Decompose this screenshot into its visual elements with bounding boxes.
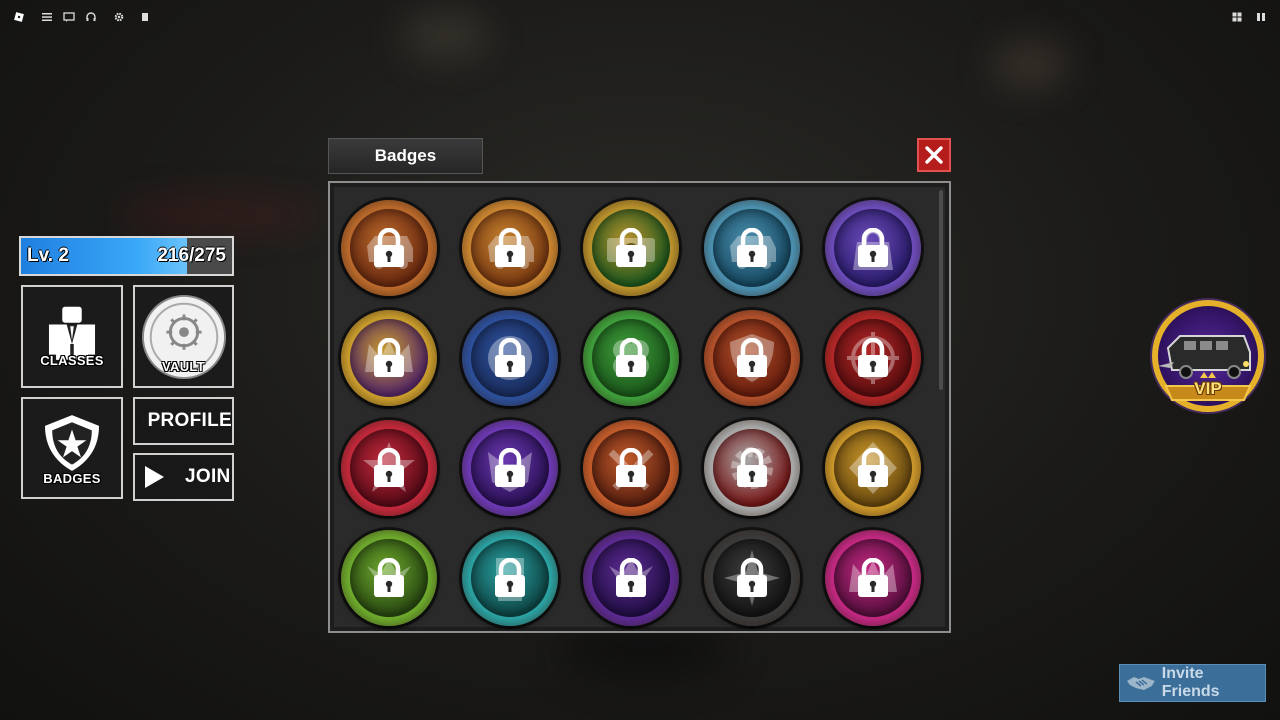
badge-7[interactable] bbox=[462, 310, 558, 406]
badge-8[interactable] bbox=[583, 310, 679, 406]
vip-bus-icon bbox=[1150, 298, 1266, 414]
more-icon[interactable] bbox=[1252, 8, 1270, 26]
profile-button[interactable]: PROFILE bbox=[133, 397, 234, 445]
settings-icon[interactable] bbox=[110, 8, 128, 26]
badges-scrollbar[interactable] bbox=[939, 190, 943, 390]
badge-1[interactable] bbox=[341, 200, 437, 296]
badge-20[interactable] bbox=[825, 530, 921, 626]
badges-button[interactable]: BADGES bbox=[21, 397, 123, 499]
badge-10[interactable] bbox=[825, 310, 921, 406]
badge-2[interactable] bbox=[462, 200, 558, 296]
close-button[interactable] bbox=[917, 138, 951, 172]
badge-19[interactable] bbox=[704, 530, 800, 626]
handshake-icon bbox=[1126, 677, 1155, 690]
badge-6[interactable] bbox=[341, 310, 437, 406]
lock-icon bbox=[495, 338, 525, 377]
badge-18[interactable] bbox=[583, 530, 679, 626]
badge-15[interactable] bbox=[825, 420, 921, 516]
vault-button[interactable]: VAULT bbox=[133, 285, 234, 388]
hamburger-menu-icon[interactable] bbox=[38, 8, 56, 26]
lock-icon bbox=[374, 228, 404, 267]
invite-friends-button[interactable]: Invite Friends bbox=[1119, 664, 1266, 702]
level-progress-bar: Lv. 2 216/275 bbox=[19, 236, 234, 276]
join-label: JOIN bbox=[185, 466, 231, 487]
badges-label: BADGES bbox=[43, 470, 101, 486]
invite-friends-label: Invite Friends bbox=[1161, 665, 1220, 700]
badge-3[interactable] bbox=[583, 200, 679, 296]
headset-icon[interactable] bbox=[82, 8, 100, 26]
join-button[interactable]: JOIN bbox=[133, 453, 234, 501]
lock-icon bbox=[616, 228, 646, 267]
badge-13[interactable] bbox=[583, 420, 679, 516]
lock-icon bbox=[858, 338, 888, 377]
lock-icon bbox=[374, 338, 404, 377]
lock-icon bbox=[737, 558, 767, 597]
badge-14[interactable] bbox=[704, 420, 800, 516]
close-icon bbox=[925, 146, 943, 164]
xp-text: 216/275 bbox=[157, 245, 226, 266]
window-title: Badges bbox=[328, 138, 483, 174]
vip-label: VIP bbox=[1194, 379, 1222, 398]
shield-star-icon bbox=[45, 414, 99, 471]
level-label: Lv. 2 bbox=[27, 245, 69, 266]
lock-icon bbox=[495, 558, 525, 597]
badge-11[interactable] bbox=[341, 420, 437, 516]
vault-label: VAULT bbox=[162, 359, 205, 374]
badge-5[interactable] bbox=[825, 200, 921, 296]
badge-12[interactable] bbox=[462, 420, 558, 516]
lock-icon bbox=[495, 228, 525, 267]
lock-icon bbox=[737, 338, 767, 377]
user-edit-icon bbox=[143, 420, 144, 422]
classes-button[interactable]: CLASSES bbox=[21, 285, 123, 388]
grid-icon[interactable] bbox=[1228, 8, 1246, 26]
classes-label: CLASSES bbox=[40, 353, 104, 368]
play-icon bbox=[145, 466, 164, 488]
badge-16[interactable] bbox=[341, 530, 437, 626]
lock-icon bbox=[374, 558, 404, 597]
background-light bbox=[120, 200, 320, 230]
vip-button[interactable]: VIP bbox=[1148, 296, 1268, 426]
badges-grid-panel[interactable] bbox=[328, 181, 951, 633]
badge-4[interactable] bbox=[704, 200, 800, 296]
lock-icon bbox=[858, 558, 888, 597]
backpack-icon[interactable] bbox=[136, 8, 154, 26]
lock-icon bbox=[737, 448, 767, 487]
chat-icon[interactable] bbox=[60, 8, 78, 26]
lock-icon bbox=[616, 338, 646, 377]
lock-icon bbox=[737, 228, 767, 267]
background-light bbox=[400, 10, 490, 60]
lock-icon bbox=[858, 448, 888, 487]
profile-label: PROFILE bbox=[147, 410, 232, 431]
lock-icon bbox=[495, 448, 525, 487]
lock-icon bbox=[374, 448, 404, 487]
badge-17[interactable] bbox=[462, 530, 558, 626]
lock-icon bbox=[616, 558, 646, 597]
roblox-menu-icon[interactable] bbox=[10, 8, 28, 26]
lock-icon bbox=[858, 228, 888, 267]
background-light bbox=[990, 40, 1070, 90]
lock-icon bbox=[616, 448, 646, 487]
badge-9[interactable] bbox=[704, 310, 800, 406]
